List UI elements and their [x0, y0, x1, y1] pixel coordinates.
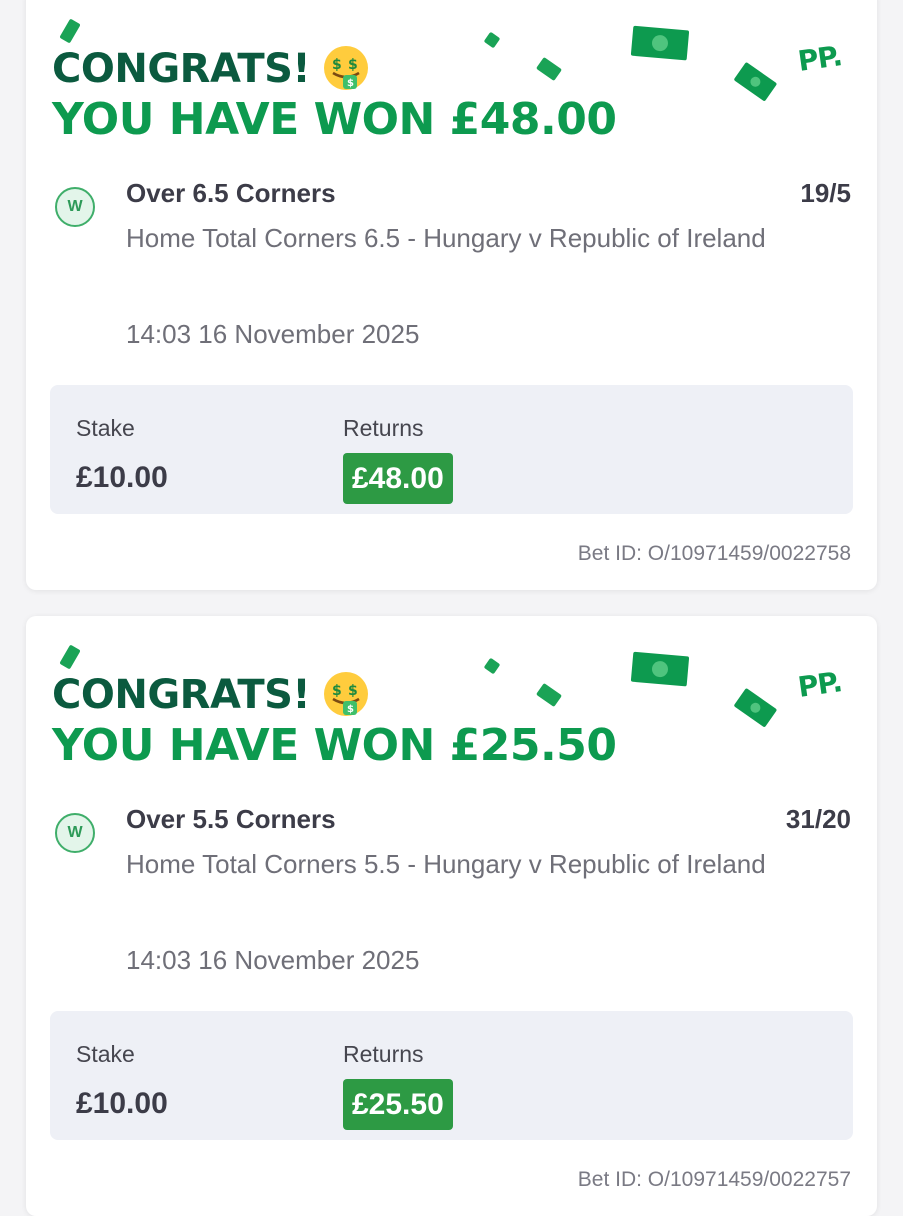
returns-value-badge: £48.00 — [343, 453, 453, 504]
won-amount-heading: YOU HAVE WON £25.50 — [52, 720, 617, 771]
confetti-piece — [60, 19, 80, 43]
banknote-icon — [734, 62, 777, 101]
selection-name: Over 5.5 Corners — [126, 804, 336, 834]
confetti-piece — [484, 32, 500, 48]
odds: 31/20 — [785, 804, 851, 834]
selection-name: Over 6.5 Corners — [126, 178, 336, 208]
odds: 19/5 — [800, 178, 851, 208]
returns-value-badge: £25.50 — [343, 1079, 453, 1130]
confetti-piece — [536, 683, 562, 707]
congrats-heading: CONGRATS! — [52, 672, 311, 718]
paddy-power-logo: PP. — [795, 39, 844, 78]
market-description: Home Total Corners 6.5 - Hungary v Repub… — [126, 223, 766, 253]
confetti-piece — [536, 57, 562, 81]
stake-returns-panel: Stake Returns £10.00 £25.50 — [50, 1011, 853, 1140]
money-mouth-face-icon: $ $ $ — [324, 672, 368, 716]
svg-text:$: $ — [348, 57, 358, 73]
congrats-heading: CONGRATS! — [52, 46, 311, 92]
svg-text:$: $ — [332, 57, 342, 73]
svg-text:$: $ — [347, 704, 354, 715]
money-mouth-face-icon: $ $ $ — [324, 46, 368, 90]
stake-value: £10.00 — [76, 461, 168, 494]
stake-label: Stake — [76, 415, 135, 441]
bet-datetime: 14:03 16 November 2025 — [126, 945, 420, 975]
confetti-piece — [484, 658, 500, 674]
won-amount-heading: YOU HAVE WON £48.00 — [52, 94, 617, 145]
banknote-icon — [630, 651, 690, 687]
bet-id: Bet ID: O/10971459/0022758 — [577, 542, 851, 565]
stake-value: £10.00 — [76, 1087, 168, 1120]
returns-label: Returns — [343, 1041, 424, 1067]
stake-returns-panel: Stake Returns £10.00 £48.00 — [50, 385, 853, 514]
bet-datetime: 14:03 16 November 2025 — [126, 319, 420, 349]
stake-label: Stake — [76, 1041, 135, 1067]
svg-text:$: $ — [347, 78, 354, 89]
bet-id: Bet ID: O/10971459/0022757 — [577, 1168, 851, 1191]
paddy-power-logo: PP. — [795, 665, 844, 704]
confetti-piece — [60, 645, 80, 669]
bet-card: CONGRATS! $ $ $ YOU HAVE WON £48.00 PP. … — [26, 0, 877, 590]
returns-label: Returns — [343, 415, 424, 441]
market-description: Home Total Corners 5.5 - Hungary v Repub… — [126, 849, 766, 879]
win-status-icon: W — [55, 813, 95, 853]
banknote-icon — [630, 25, 690, 61]
bet-card: CONGRATS! $ $ $ YOU HAVE WON £25.50 PP. … — [26, 616, 877, 1216]
svg-text:$: $ — [332, 683, 342, 699]
banknote-icon — [734, 688, 777, 727]
svg-text:$: $ — [348, 683, 358, 699]
win-status-icon: W — [55, 187, 95, 227]
